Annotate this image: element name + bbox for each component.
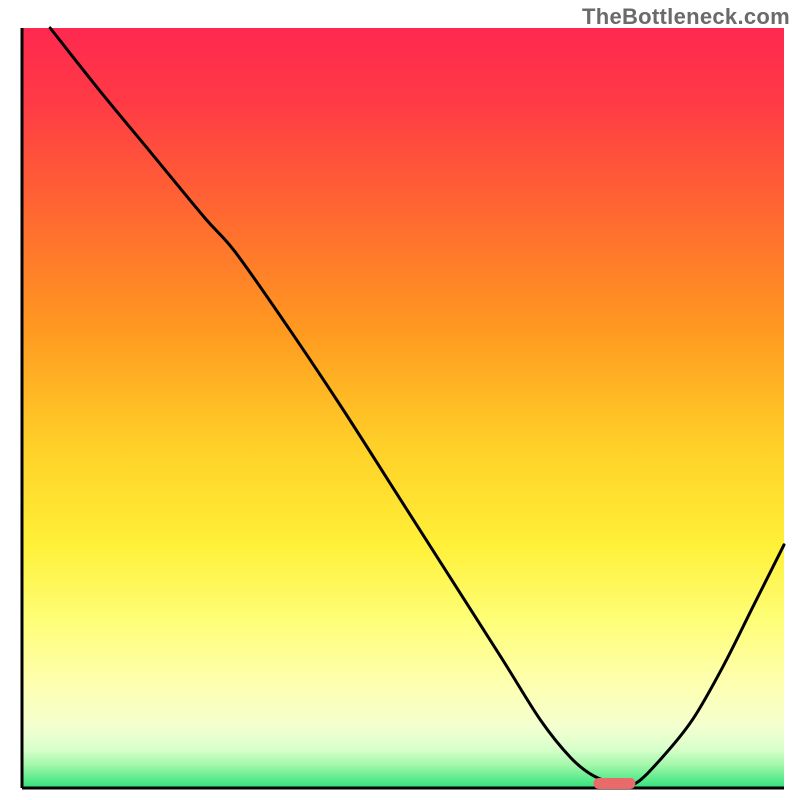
plot-background bbox=[22, 28, 784, 788]
bottleneck-chart bbox=[0, 0, 800, 800]
chart-frame: TheBottleneck.com bbox=[0, 0, 800, 800]
optimum-marker bbox=[594, 778, 636, 789]
